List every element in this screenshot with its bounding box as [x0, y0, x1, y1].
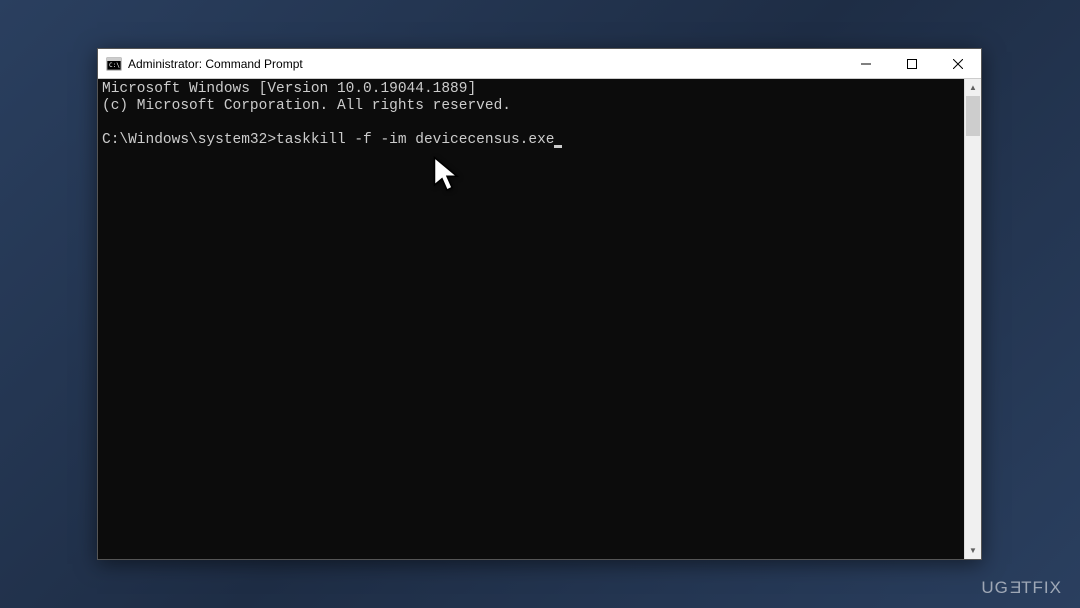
scroll-up-arrow[interactable]: ▲ [965, 79, 981, 96]
terminal-body: Microsoft Windows [Version 10.0.19044.18… [98, 79, 981, 559]
terminal-line: (c) Microsoft Corporation. All rights re… [102, 98, 511, 114]
watermark: UGETFIX [981, 578, 1062, 598]
terminal-line: Microsoft Windows [Version 10.0.19044.18… [102, 81, 476, 97]
scrollbar-thumb[interactable] [966, 96, 980, 136]
watermark-text: TFIX [1021, 578, 1062, 597]
text-cursor [554, 145, 562, 148]
titlebar[interactable]: C:\ Administrator: Command Prompt [98, 49, 981, 79]
watermark-text: UG [981, 578, 1009, 597]
command-prompt-window: C:\ Administrator: Command Prompt Micros… [97, 48, 982, 560]
close-button[interactable] [935, 49, 981, 78]
minimize-button[interactable] [843, 49, 889, 78]
terminal-command: taskkill -f -im devicecensus.exe [276, 132, 554, 148]
terminal-prompt: C:\Windows\system32> [102, 132, 276, 148]
watermark-text: E [1009, 578, 1021, 598]
window-title: Administrator: Command Prompt [128, 57, 843, 71]
window-controls [843, 49, 981, 78]
scrollbar[interactable]: ▲ ▼ [964, 79, 981, 559]
maximize-button[interactable] [889, 49, 935, 78]
terminal-area[interactable]: Microsoft Windows [Version 10.0.19044.18… [98, 79, 964, 559]
scroll-down-arrow[interactable]: ▼ [965, 542, 981, 559]
cmd-icon: C:\ [106, 56, 122, 72]
svg-text:C:\: C:\ [109, 62, 120, 69]
